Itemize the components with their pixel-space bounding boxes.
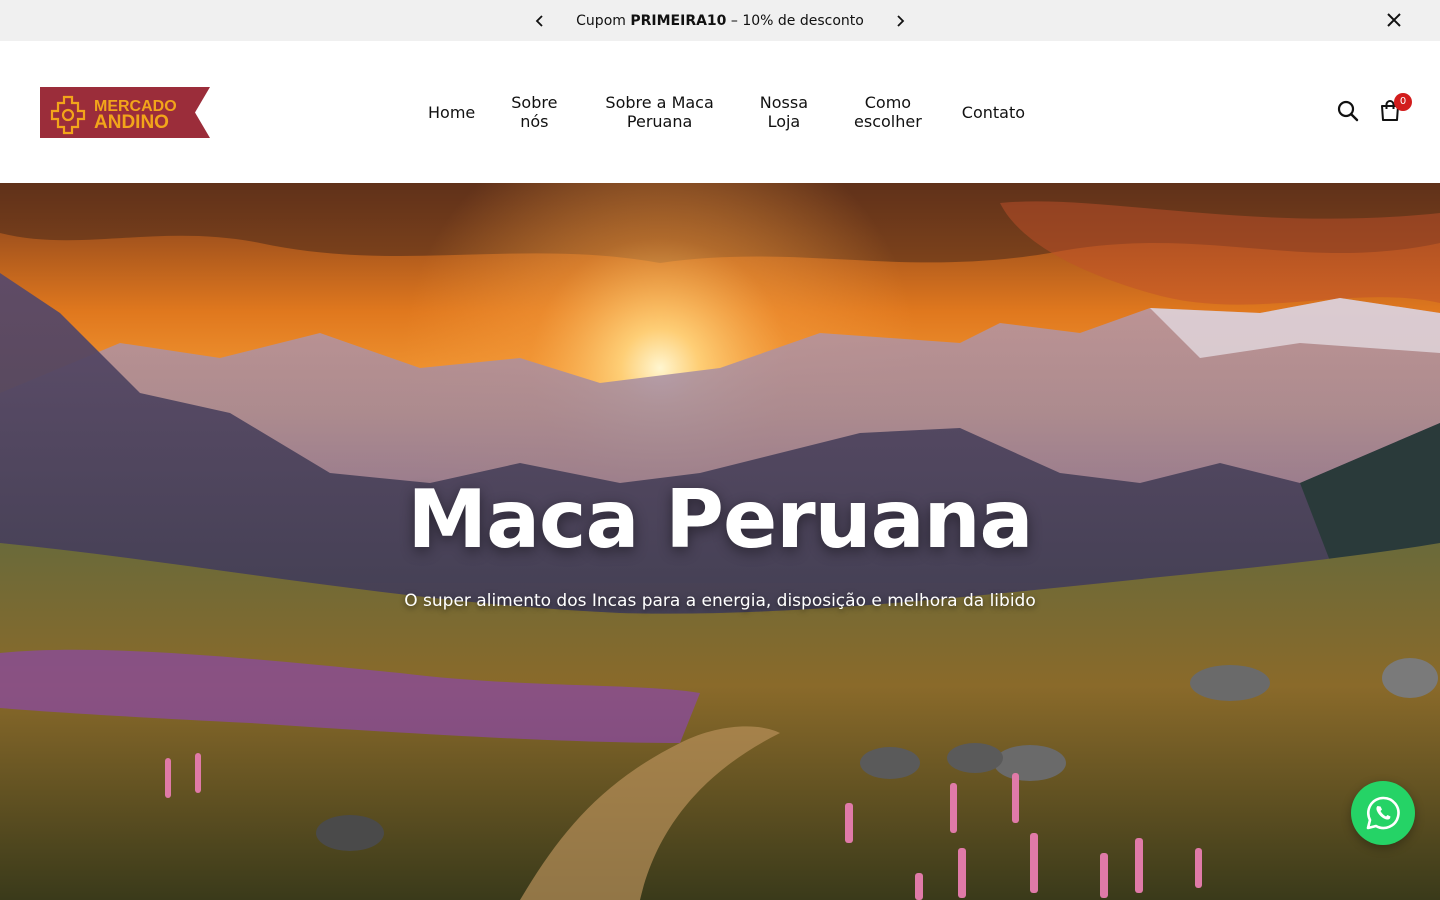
hero-title: Maca Peruana (407, 473, 1033, 566)
chevron-left-icon[interactable] (532, 13, 548, 29)
nav-label-line2: escolher (854, 112, 922, 131)
nav-label: Contato (961, 102, 1026, 122)
nav-sobre-maca[interactable]: Sobre a Maca Peruana (585, 93, 733, 131)
whatsapp-icon (1366, 796, 1400, 830)
logo[interactable]: MERCADO ANDINO (40, 87, 210, 138)
close-icon[interactable] (1386, 12, 1402, 28)
hero-banner: Maca Peruana O super alimento dos Incas … (0, 183, 1440, 900)
nav-label-line2: Loja (767, 112, 801, 131)
nav-label-line2: nós (520, 112, 549, 131)
announcement-suffix: – 10% de desconto (730, 12, 864, 29)
nav-label-line2: Peruana (626, 112, 693, 131)
announcement-prefix: Cupom (576, 12, 626, 29)
nav-label: Nossa (759, 93, 809, 112)
nav-home[interactable]: Home (410, 103, 493, 122)
nav-contato[interactable]: Contato (942, 103, 1045, 122)
nav-como-escolher[interactable]: Como escolher (834, 93, 942, 131)
main-nav: Home Sobre nós Sobre a Maca Peruana Noss… (410, 41, 1045, 183)
chevron-right-icon[interactable] (892, 13, 908, 29)
logo-line2: ANDINO (94, 112, 169, 133)
cart-count-badge: 0 (1394, 93, 1412, 111)
coupon-code: PRIMEIRA10 (630, 12, 727, 29)
shopping-bag-icon[interactable]: 0 (1378, 93, 1412, 123)
nav-nossa-loja[interactable]: Nossa Loja (734, 93, 834, 131)
announcement-text: Cupom PRIMEIRA10 – 10% de desconto (576, 13, 864, 29)
hero-subtitle: O super alimento dos Incas para a energi… (404, 591, 1036, 611)
search-icon[interactable] (1336, 99, 1360, 123)
nav-label: Home (428, 102, 476, 122)
nav-label: Sobre (511, 93, 558, 112)
whatsapp-button[interactable] (1351, 781, 1415, 845)
announcement-bar: Cupom PRIMEIRA10 – 10% de desconto (0, 0, 1440, 41)
site-header: MERCADO ANDINO Home Sobre nós Sobre a Ma… (0, 41, 1440, 183)
nav-label: Sobre a Maca (605, 93, 714, 112)
nav-label: Como (864, 93, 912, 112)
header-actions: 0 (1336, 93, 1412, 123)
nav-sobre-nos[interactable]: Sobre nós (493, 93, 585, 131)
